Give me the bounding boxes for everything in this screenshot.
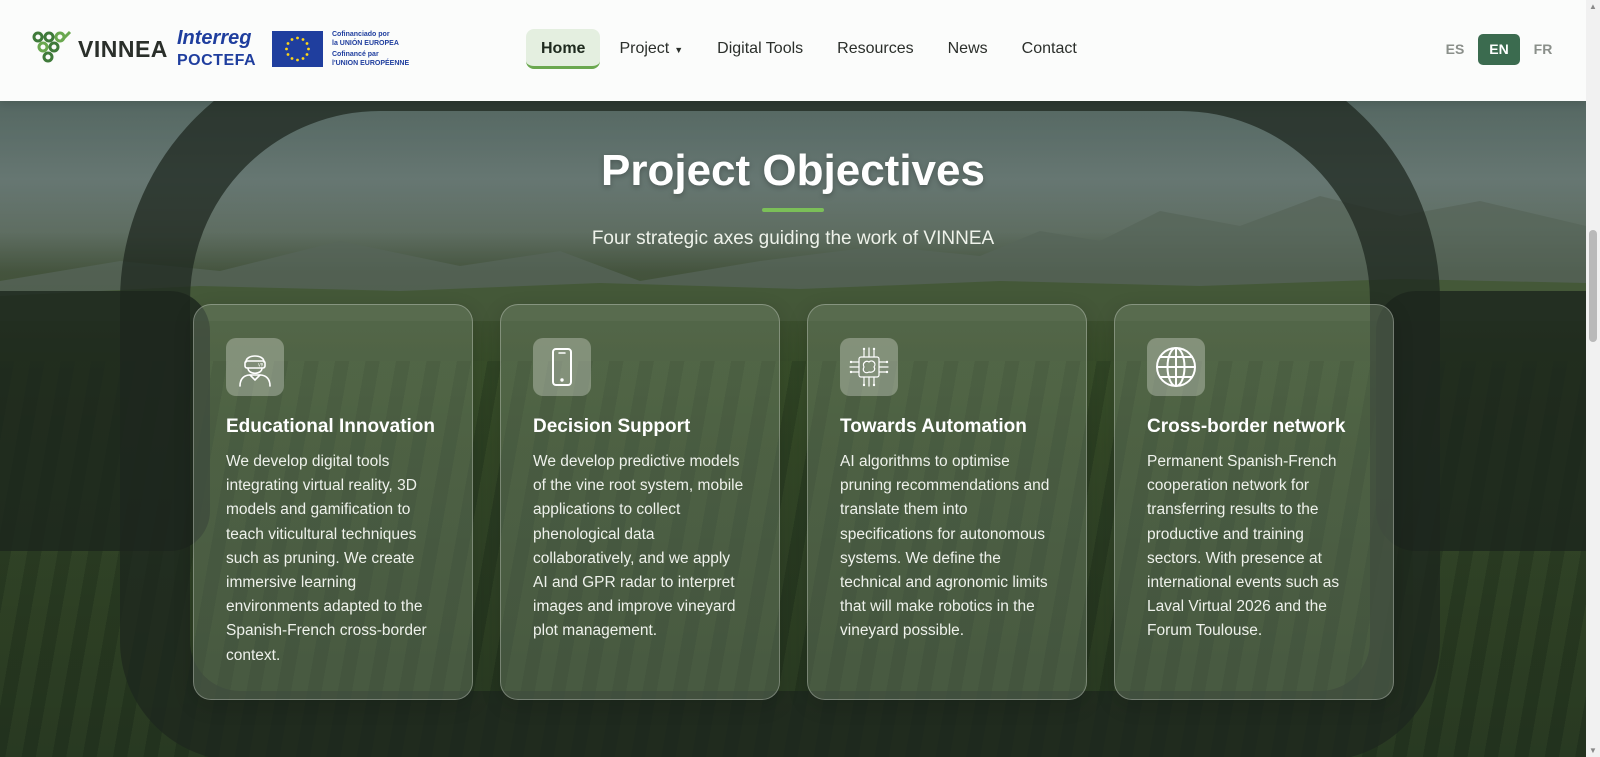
card-title: Towards Automation xyxy=(840,416,1027,437)
smartphone-icon xyxy=(552,348,572,386)
vinnea-logo[interactable]: VINNEA xyxy=(32,30,168,68)
card-description: Permanent Spanish-French cooperation net… xyxy=(1147,453,1340,640)
card-icon-container: VR xyxy=(226,338,284,396)
grapes-logo-icon xyxy=(32,30,72,63)
interreg-label: Interreg xyxy=(177,27,252,49)
scrollbar-thumb[interactable] xyxy=(1589,230,1597,342)
nav-project[interactable]: Project ▼ xyxy=(604,29,698,69)
svg-text:VR: VR xyxy=(258,363,264,368)
site-header: VINNEA Interreg POCTEFA Cofinanciado por… xyxy=(0,0,1586,101)
eu-cofunding-text: Cofinanciado por la UNIÓN EUROPEA Cofina… xyxy=(332,31,410,67)
main-nav: Home Project ▼ Digital Tools Resources Ne… xyxy=(526,29,1096,69)
lang-en-button[interactable]: EN xyxy=(1478,34,1520,65)
card-title: Decision Support xyxy=(533,416,691,437)
nav-contact[interactable]: Contact xyxy=(1007,29,1092,69)
nav-digital-tools[interactable]: Digital Tools xyxy=(702,29,818,69)
interreg-poctefa-logo: Interreg POCTEFA xyxy=(177,28,256,69)
language-switcher: ES EN FR xyxy=(1434,34,1566,65)
card-title: Educational Innovation xyxy=(226,416,436,437)
section-subtitle: Four strategic axes guiding the work of … xyxy=(591,228,995,249)
ai-chip-brain-icon xyxy=(849,347,889,387)
logo-text: VINNEA xyxy=(78,35,168,62)
objective-card-educational-innovation: VR Educational Innovation We develop dig… xyxy=(193,304,473,700)
poctefa-label: POCTEFA xyxy=(177,52,257,69)
eu-flag-icon xyxy=(272,31,323,67)
card-title: Cross-border network xyxy=(1147,416,1346,437)
title-underline xyxy=(762,208,824,212)
objective-card-towards-automation: Towards Automation AI algorithms to opti… xyxy=(807,304,1087,700)
scroll-up-arrow-icon[interactable]: ▲ xyxy=(1589,2,1597,11)
card-description: We develop digital tools integrating vir… xyxy=(226,453,427,664)
nav-home[interactable]: Home xyxy=(526,29,601,69)
page-scrollbar[interactable]: ▲ ▼ xyxy=(1586,0,1600,757)
card-icon-container xyxy=(1147,338,1205,396)
lang-es-button[interactable]: ES xyxy=(1434,34,1476,65)
nav-resources[interactable]: Resources xyxy=(822,29,928,69)
lang-fr-button[interactable]: FR xyxy=(1522,34,1564,65)
caret-down-icon: ▼ xyxy=(674,45,684,55)
nav-project-label: Project xyxy=(619,40,670,57)
card-description: We develop predictive models of the vine… xyxy=(533,453,744,640)
card-icon-container xyxy=(533,338,591,396)
card-description: AI algorithms to optimise pruning recomm… xyxy=(840,453,1050,640)
nav-news[interactable]: News xyxy=(933,29,1003,69)
card-icon-container xyxy=(840,338,898,396)
objective-card-cross-border-network: Cross-border network Permanent Spanish-F… xyxy=(1114,304,1394,700)
section-title: Project Objectives xyxy=(601,146,985,195)
globe-icon xyxy=(1156,347,1196,387)
vr-headset-person-icon: VR xyxy=(239,355,271,387)
scroll-down-arrow-icon[interactable]: ▼ xyxy=(1589,746,1597,755)
objective-card-decision-support: Decision Support We develop predictive m… xyxy=(500,304,780,700)
